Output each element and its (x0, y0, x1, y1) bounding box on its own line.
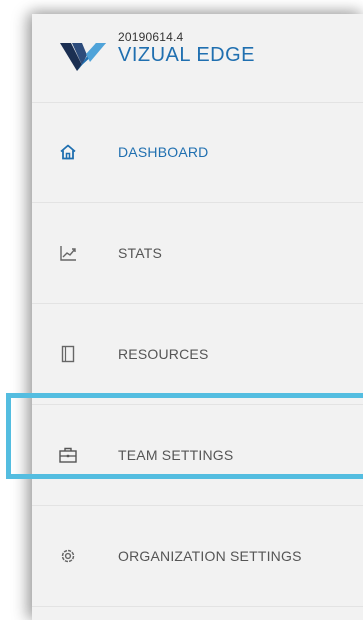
sidebar: 20190614.4 VIZUAL EDGE DASHBOARD STATS R… (32, 14, 363, 620)
sidebar-item-label: DASHBOARD (118, 144, 209, 160)
home-icon (60, 144, 76, 160)
sidebar-item-label: TEAM SETTINGS (118, 447, 234, 463)
brand-header[interactable]: 20190614.4 VIZUAL EDGE (32, 14, 363, 103)
screenshot-stage: 20190614.4 VIZUAL EDGE DASHBOARD STATS R… (0, 0, 363, 620)
sidebar-item-label: STATS (118, 245, 163, 261)
gear-icon (61, 549, 75, 563)
sidebar-item-team-settings[interactable]: TEAM SETTINGS (32, 405, 363, 506)
vizual-edge-logo-icon (60, 43, 106, 71)
sidebar-item-label: RESOURCES (118, 346, 209, 362)
sidebar-item-stats[interactable]: STATS (32, 203, 363, 304)
briefcase-icon (59, 447, 77, 463)
book-icon (61, 345, 75, 363)
sidebar-item-organization-settings[interactable]: ORGANIZATION SETTINGS (32, 506, 363, 607)
sidebar-item-label: ORGANIZATION SETTINGS (118, 548, 302, 564)
sidebar-item-dashboard[interactable]: DASHBOARD (32, 102, 363, 203)
build-version: 20190614.4 (118, 30, 184, 44)
sidebar-item-resources[interactable]: RESOURCES (32, 304, 363, 405)
brand-name: VIZUAL EDGE (118, 44, 256, 66)
chart-line-icon (60, 246, 76, 261)
